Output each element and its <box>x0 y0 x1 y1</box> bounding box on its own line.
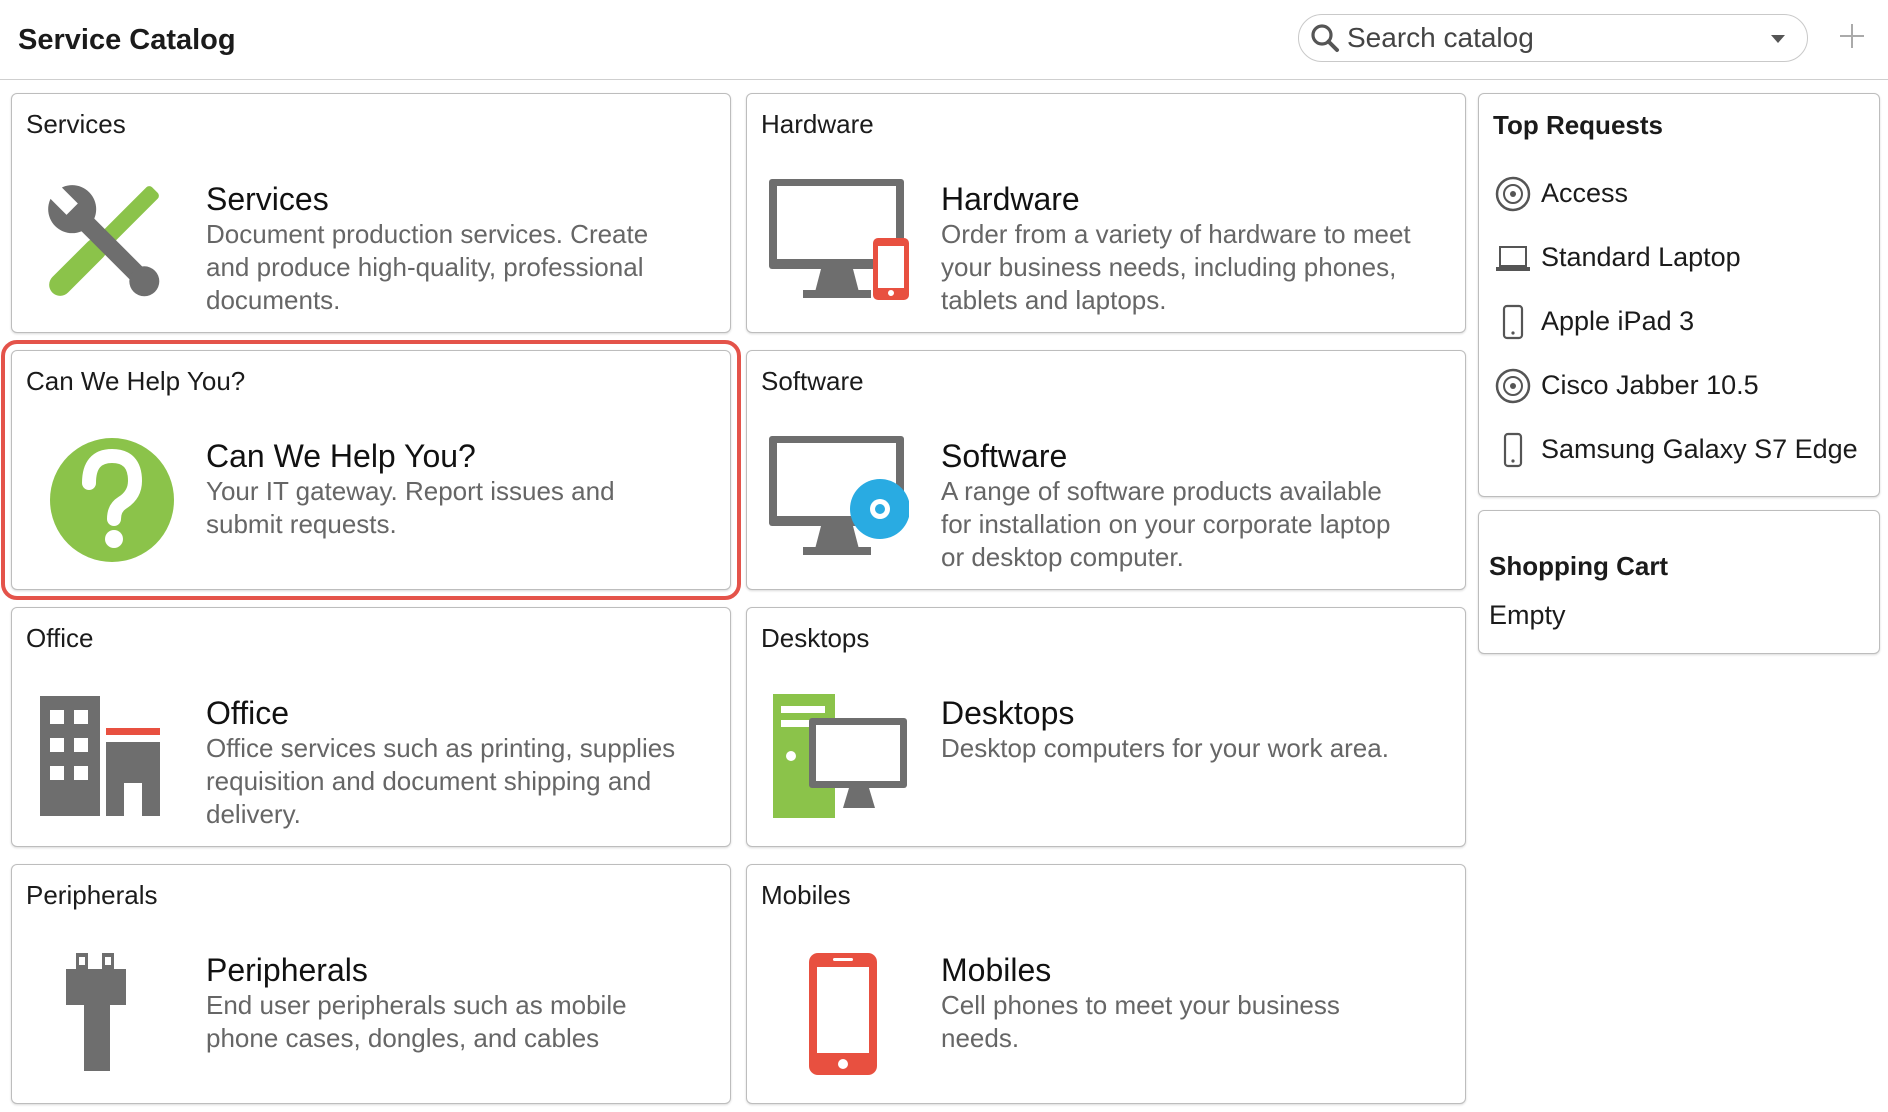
card-header: Software <box>761 366 864 396</box>
top-request-label: Samsung Galaxy S7 Edge <box>1541 434 1858 464</box>
card-header: Desktops <box>761 623 870 653</box>
category-card-hardware[interactable]: Hardware Hardware Order from a variety o… <box>746 93 1466 333</box>
shopping-cart-panel: Shopping Cart Empty <box>1478 510 1880 654</box>
desktop-tower-icon <box>773 694 907 818</box>
card-title: Mobiles <box>941 952 1052 988</box>
top-request-label: Cisco Jabber 10.5 <box>1541 370 1759 400</box>
top-request-label: Standard Laptop <box>1541 242 1741 272</box>
monitor-disc-icon <box>769 436 909 555</box>
category-card-can-we-help-you[interactable]: Can We Help You? Can We Help You? Your I… <box>1 340 741 600</box>
shopping-cart-title: Shopping Cart <box>1489 551 1669 581</box>
card-description: End user peripherals such as mobile phon… <box>206 990 627 1053</box>
add-icon[interactable] <box>1832 16 1872 56</box>
top-request-item-samsung-galaxy-s7-edge[interactable]: Samsung Galaxy S7 Edge <box>1495 430 1865 470</box>
top-request-item-cisco-jabber[interactable]: Cisco Jabber 10.5 <box>1495 366 1865 406</box>
card-title: Can We Help You? <box>206 438 476 474</box>
cart-status: Empty <box>1489 600 1566 630</box>
card-description: A range of software products available f… <box>941 476 1391 572</box>
top-request-label: Apple iPad 3 <box>1541 306 1695 336</box>
category-card-mobiles[interactable]: Mobiles Mobiles Cell phones to meet your… <box>746 864 1466 1104</box>
tools-icon <box>45 182 160 297</box>
card-header: Peripherals <box>26 880 158 910</box>
card-title: Services <box>206 181 329 217</box>
card-description: Your IT gateway. Report issues and submi… <box>206 476 615 539</box>
disc-icon <box>1495 176 1531 212</box>
card-title: Hardware <box>941 181 1080 217</box>
monitor-phone-icon <box>769 179 909 300</box>
search-icon <box>1311 24 1339 52</box>
card-description: Document production services. Create and… <box>206 219 649 315</box>
phone-icon <box>1503 432 1523 468</box>
top-request-label: Access <box>1541 178 1629 208</box>
category-card-office[interactable]: Office Office Office services such as pr… <box>11 607 731 847</box>
help-question-icon <box>50 438 174 562</box>
card-title: Office <box>206 695 289 731</box>
building-icon <box>40 696 160 816</box>
category-card-desktops[interactable]: Desktops Desktops Desktop computers for … <box>746 607 1466 847</box>
card-title: Peripherals <box>206 952 368 988</box>
category-card-peripherals[interactable]: Peripherals Peripherals End user periphe… <box>11 864 731 1104</box>
card-description: Order from a variety of hardware to meet… <box>941 219 1411 315</box>
top-request-item-standard-laptop[interactable]: Standard Laptop <box>1495 238 1865 278</box>
top-request-item-access[interactable]: Access <box>1495 174 1865 214</box>
search-input[interactable] <box>1347 22 1757 54</box>
top-requests-title: Top Requests <box>1493 110 1663 140</box>
card-header: Office <box>26 623 94 653</box>
top-request-item-apple-ipad-3[interactable]: Apple iPad 3 <box>1495 302 1865 342</box>
category-card-services[interactable]: Services Services Document production se… <box>11 93 731 333</box>
card-header: Mobiles <box>761 880 851 910</box>
search-box[interactable] <box>1298 14 1808 62</box>
category-card-software[interactable]: Software Software A range of software pr… <box>746 350 1466 590</box>
card-header: Hardware <box>761 109 874 139</box>
card-title: Desktops <box>941 695 1075 731</box>
page-title: Service Catalog <box>18 24 236 56</box>
card-title: Software <box>941 438 1068 474</box>
card-description: Desktop computers for your work area. <box>941 733 1389 763</box>
chevron-down-icon[interactable] <box>1771 35 1785 43</box>
laptop-icon <box>1496 246 1530 271</box>
tablet-icon <box>1502 304 1524 340</box>
mobile-phone-icon <box>809 953 877 1075</box>
card-description: Office services such as printing, suppli… <box>206 733 676 829</box>
card-header: Can We Help You? <box>26 366 246 396</box>
card-description: Cell phones to meet your business needs. <box>941 990 1340 1053</box>
top-requests-panel: Top Requests Access Standard Laptop Appl… <box>1478 93 1880 497</box>
usb-plug-icon <box>66 953 126 1071</box>
top-header: Service Catalog <box>0 0 1888 80</box>
disc-icon <box>1495 368 1531 404</box>
card-header: Services <box>26 109 126 139</box>
